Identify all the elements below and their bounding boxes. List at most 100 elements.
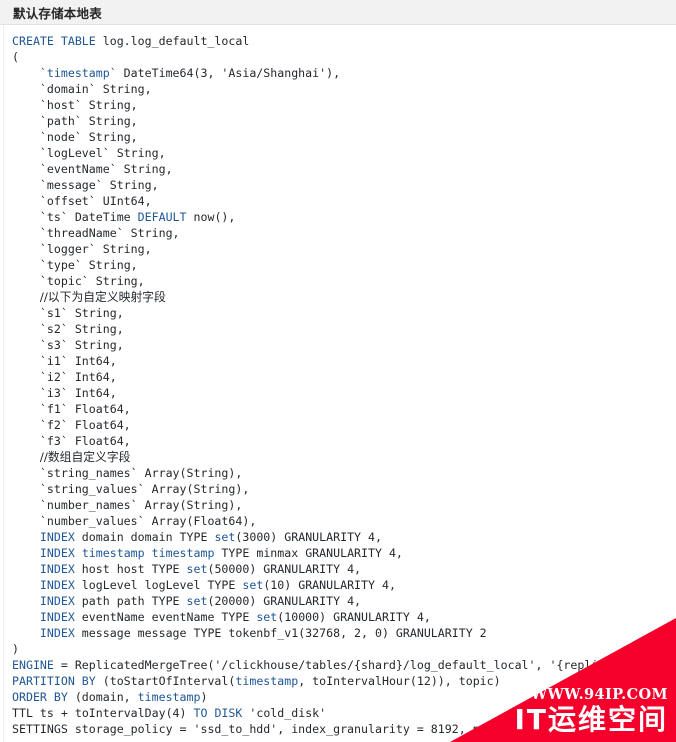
code-token: (50000) GRANULARITY 4, xyxy=(207,562,362,576)
code-token: `i2` xyxy=(39,370,68,384)
code-line: INDEX message message TYPE tokenbf_v1(32… xyxy=(12,625,633,641)
code-line: `number_names` Array(String), xyxy=(12,497,633,513)
code-token: String, xyxy=(67,322,124,336)
code-token: TYPE minmax GRANULARITY 4, xyxy=(214,546,403,560)
code-token: message message TYPE tokenbf_v1(32768, 2… xyxy=(74,626,487,640)
code-line: `ts` DateTime DEFAULT now(), xyxy=(12,209,633,225)
code-token: `f2` xyxy=(39,418,68,432)
code-token: `logger` xyxy=(39,242,96,256)
code-line: `offset` UInt64, xyxy=(12,193,633,209)
code-token: String, xyxy=(123,226,180,240)
code-left-rule xyxy=(3,25,4,742)
code-token: `eventName` xyxy=(39,162,117,176)
code-token: `number_names` xyxy=(39,498,138,512)
code-token: set xyxy=(214,530,236,544)
code-token: `path` xyxy=(39,114,82,128)
code-token: INDEX xyxy=(39,578,75,592)
sql-code-block: CREATE TABLE log.log_default_local( `tim… xyxy=(0,25,676,742)
code-token: `i1` xyxy=(39,354,68,368)
code-token: `string_names` xyxy=(39,466,138,480)
code-line: SETTINGS storage_policy = 'ssd_to_hdd', … xyxy=(12,721,633,737)
code-token: Int64, xyxy=(67,386,117,400)
code-line: `f1` Float64, xyxy=(12,401,633,417)
code-line: INDEX domain domain TYPE set(3000) GRANU… xyxy=(12,529,633,545)
code-token: INDEX xyxy=(39,546,75,560)
code-token: INDEX xyxy=(39,594,75,608)
code-token: String, xyxy=(81,114,138,128)
code-token: `threadName` xyxy=(39,226,124,240)
code-line: `topic` String, xyxy=(12,273,633,289)
code-token: Float64, xyxy=(67,402,131,416)
code-token: String, xyxy=(81,258,138,272)
code-content: CREATE TABLE log.log_default_local( `tim… xyxy=(12,33,633,737)
code-line: `s2` String, xyxy=(12,321,633,337)
code-token: `timestamp` xyxy=(39,66,117,80)
code-token: Float64, xyxy=(67,418,131,432)
code-line: `node` String, xyxy=(12,129,633,145)
code-line: TTL ts + toIntervalDay(4) TO DISK 'cold_… xyxy=(12,705,633,721)
code-token: Float64, xyxy=(67,434,131,448)
code-token: `s2` xyxy=(39,322,68,336)
code-token: (toStartOfInterval( xyxy=(95,674,236,688)
code-token: String, xyxy=(67,338,124,352)
code-token: `string_values` xyxy=(39,482,145,496)
code-token: path path TYPE xyxy=(74,594,187,608)
code-token: domain domain TYPE xyxy=(74,530,215,544)
panel-header: 默认存储本地表 xyxy=(0,0,676,25)
code-line: PARTITION BY (toStartOfInterval(timestam… xyxy=(12,673,633,689)
code-token: (domain, xyxy=(67,690,138,704)
code-token: Array(Float64), xyxy=(144,514,257,528)
code-token: `i3` xyxy=(39,386,68,400)
code-line: `s3` String, xyxy=(12,337,633,353)
code-token: DateTime64(3, 'Asia/Shanghai'), xyxy=(116,66,341,80)
code-line: INDEX eventName eventName TYPE set(10000… xyxy=(12,609,633,625)
code-token: eventName eventName TYPE xyxy=(74,610,257,624)
code-token: Array(String), xyxy=(137,498,243,512)
code-token: logLevel logLevel TYPE xyxy=(74,578,243,592)
code-line: `i1` Int64, xyxy=(12,353,633,369)
code-token: String, xyxy=(102,178,159,192)
code-token: now(), xyxy=(186,210,236,224)
code-token: DEFAULT xyxy=(137,210,187,224)
code-token: INDEX xyxy=(39,610,75,624)
code-line: `string_values` Array(String), xyxy=(12,481,633,497)
code-line: `number_values` Array(Float64), xyxy=(12,513,633,529)
code-token: , toIntervalHour(12)), topic) xyxy=(298,674,501,688)
code-token: `message` xyxy=(39,178,103,192)
code-token: UInt64, xyxy=(95,194,152,208)
code-token: timestamp xyxy=(81,546,145,560)
code-token: timestamp xyxy=(151,546,215,560)
code-line: ( xyxy=(12,49,633,65)
code-line: INDEX logLevel logLevel TYPE set(10) GRA… xyxy=(12,577,633,593)
code-token: host host TYPE xyxy=(74,562,187,576)
code-token: String, xyxy=(109,146,166,160)
code-line: `f2` Float64, xyxy=(12,417,633,433)
code-token: `ts` xyxy=(39,210,68,224)
code-token: String, xyxy=(88,274,145,288)
code-token: set xyxy=(242,578,264,592)
code-line: CREATE TABLE log.log_default_local xyxy=(12,33,633,49)
code-token: (10) GRANULARITY 4, xyxy=(263,578,396,592)
code-token: `f1` xyxy=(39,402,68,416)
code-token: INDEX xyxy=(39,530,75,544)
code-token: DateTime xyxy=(67,210,138,224)
code-token: `topic` xyxy=(39,274,89,288)
